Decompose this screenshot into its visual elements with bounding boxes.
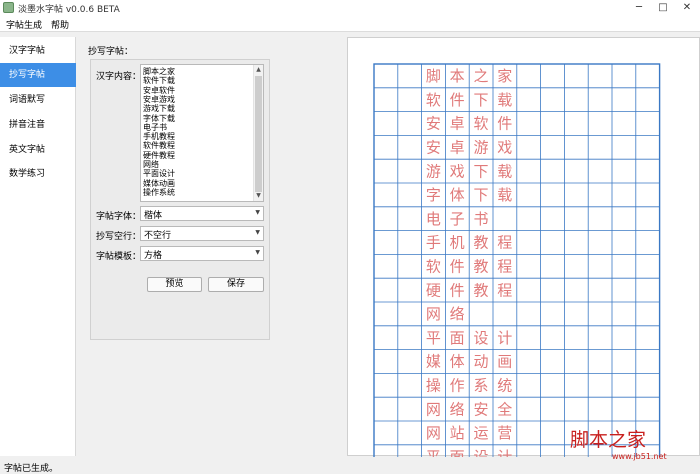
window-title: 淡墨水字帖 v0.0.6 BETA	[18, 5, 120, 15]
content-line: 字体下载	[143, 113, 175, 123]
menu-generate[interactable]: 字帖生成	[6, 18, 42, 31]
content-line: 游戏下载	[143, 104, 175, 114]
close-button[interactable]: ✕	[676, 0, 698, 16]
menu-help[interactable]: 帮助	[51, 18, 69, 31]
content-line: 手机教程	[143, 132, 175, 142]
template-select[interactable]: 方格 ▼	[140, 246, 264, 261]
sidebar-item-copy[interactable]: 抄写字帖	[0, 63, 76, 87]
status-bar: 字帖已生成。	[0, 457, 700, 474]
content-line: 媒体动画	[143, 178, 175, 188]
blank-line-select[interactable]: 不空行 ▼	[140, 226, 264, 241]
content-textarea[interactable]: 脚本之家 软件下载 安卓软件 安卓游戏 游戏下载 字体下载 电子书 手机教程 软件教程 硬件教程网…	[140, 64, 264, 202]
content-line: 安卓游戏	[143, 94, 175, 104]
template-select-value: 方格	[144, 251, 163, 261]
template-label: 字帖模板：	[96, 252, 142, 262]
sidebar-item-english[interactable]: 英文字帖	[0, 138, 76, 162]
content-line: 软件下载	[143, 76, 175, 86]
save-button[interactable]: 保存	[208, 277, 264, 292]
content-line: 网络	[143, 160, 159, 169]
scroll-up-icon[interactable]: ▲	[254, 65, 263, 75]
font-select[interactable]: 楷体 ▼	[140, 206, 264, 221]
watermark-url: www.jb51.net	[612, 452, 667, 461]
chevron-down-icon: ▼	[255, 229, 260, 236]
minimize-button[interactable]: ─	[628, 0, 650, 16]
menu-bar: 字帖生成 帮助	[0, 16, 700, 32]
blank-line-label: 抄写空行：	[96, 232, 142, 242]
copybook-grid: 脚本之家软件下载安卓软件安卓游戏游戏下载字体下载电子书手机教程软件教程硬件教程网…	[373, 63, 661, 457]
app-icon	[3, 2, 14, 13]
app-window: 淡墨水字帖 v0.0.6 BETA ─ □ ✕ 字帖生成 帮助 汉字字帖 抄写字…	[0, 0, 700, 474]
scroll-thumb[interactable]	[255, 76, 262, 192]
content-line: 软件教程	[143, 141, 175, 151]
scroll-down-icon[interactable]: ▼	[254, 191, 263, 201]
content-line: 安卓软件	[143, 85, 175, 95]
preview-button[interactable]: 预览	[147, 277, 202, 292]
chevron-down-icon: ▼	[255, 209, 260, 216]
status-text: 字帖已生成。	[4, 464, 59, 474]
sidebar-item-hanzi[interactable]: 汉字字帖	[0, 39, 76, 63]
group-title: 抄写字帖：	[88, 47, 134, 57]
content-line: 操作系统	[143, 187, 175, 197]
content-label: 汉字内容：	[96, 72, 142, 82]
sidebar: 汉字字帖 抄写字帖 词语默写 拼音注音 英文字帖 数学练习	[0, 37, 76, 456]
font-select-value: 楷体	[144, 211, 163, 221]
content-line: 电子书	[143, 122, 167, 132]
title-bar: 淡墨水字帖 v0.0.6 BETA ─ □ ✕	[0, 0, 700, 16]
font-label: 字帖字体：	[96, 212, 142, 222]
chevron-down-icon: ▼	[255, 249, 260, 256]
content-line: 硬件教程	[143, 150, 175, 160]
content-line: 平面设计	[143, 169, 175, 179]
watermark-logo: 脚本之家	[570, 429, 647, 451]
preview-pane[interactable]: 脚本之家软件下载安卓软件安卓游戏游戏下载字体下载电子书手机教程软件教程硬件教程网…	[347, 37, 700, 457]
blank-line-select-value: 不空行	[144, 231, 172, 241]
grid-row-text: 电子书	[426, 210, 489, 228]
sidebar-item-dictation[interactable]: 词语默写	[0, 88, 76, 112]
content-scrollbar[interactable]: ▲ ▼	[253, 65, 263, 201]
sidebar-item-pinyin[interactable]: 拼音注音	[0, 113, 76, 137]
sidebar-item-math[interactable]: 数学练习	[0, 162, 76, 186]
content-line: 脚本之家	[143, 67, 175, 76]
maximize-button[interactable]: □	[652, 0, 674, 16]
